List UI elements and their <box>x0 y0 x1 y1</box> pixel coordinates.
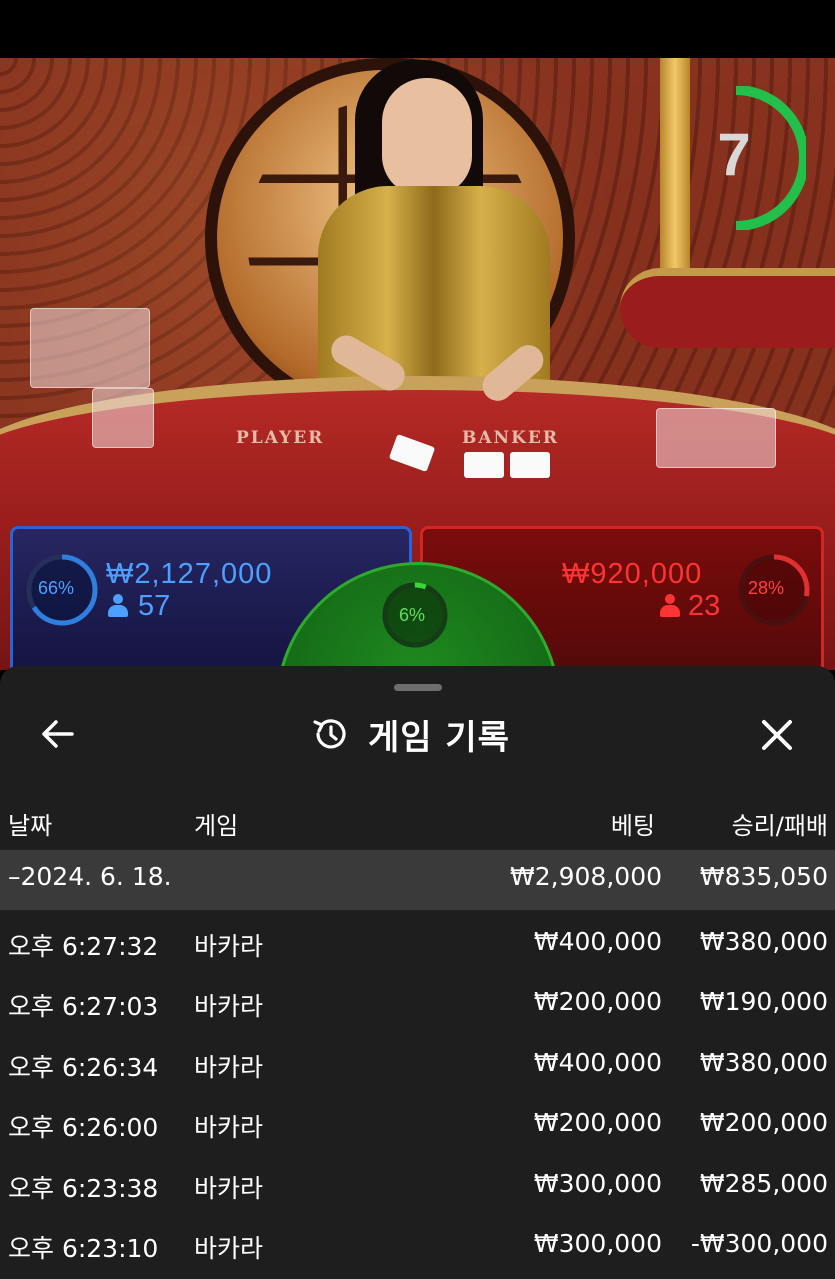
row-game: 바카라 <box>194 1234 264 1263</box>
history-row[interactable]: 오후 6:27:32 바카라 ₩400,000 ₩380,000 <box>0 915 835 975</box>
row-game: 바카라 <box>194 992 264 1021</box>
player-area-label: PLAYER <box>236 428 325 448</box>
history-row[interactable]: 오후 6:23:38 바카라 ₩300,000 ₩285,000 <box>0 1157 835 1217</box>
arrow-left-icon[interactable] <box>36 712 80 756</box>
row-game: 바카라 <box>194 1174 264 1203</box>
column-header-result: 승리/패배 <box>731 812 828 840</box>
row-time: 오후 6:23:10 <box>8 1234 159 1263</box>
row-game: 바카라 <box>194 1053 264 1082</box>
row-time: 오후 6:26:34 <box>8 1053 159 1082</box>
row-result: ₩190,000 <box>699 987 828 1016</box>
panel-header: 게임 기록 <box>310 706 510 762</box>
row-bet: ₩200,000 <box>533 987 662 1016</box>
row-game: 바카라 <box>194 1113 264 1142</box>
date-group-bet-total: ₩2,908,000 <box>510 862 662 891</box>
row-time: 오후 6:23:38 <box>8 1174 159 1203</box>
row-result: -₩300,000 <box>690 1229 828 1258</box>
banker-area-label: BANKER <box>462 428 559 448</box>
row-bet: ₩300,000 <box>533 1229 662 1258</box>
column-header-game: 게임 <box>194 812 239 840</box>
row-time: 오후 6:26:00 <box>8 1113 159 1142</box>
player-bet-amount: ₩2,127,000 <box>106 558 273 590</box>
history-row[interactable]: 오후 6:26:34 바카라 ₩400,000 ₩380,000 <box>0 1036 835 1096</box>
row-result: ₩380,000 <box>699 1048 828 1077</box>
tie-percent: 6% <box>399 605 426 625</box>
player-user-count: 57 <box>138 590 171 622</box>
playing-card <box>464 452 504 478</box>
history-row[interactable]: 오후 6:23:10 바카라 ₩300,000 -₩300,000 <box>0 1217 835 1277</box>
banker-user-icon <box>660 594 680 618</box>
player-percent: 66% <box>38 578 75 598</box>
column-header-date: 날짜 <box>8 812 53 840</box>
history-row[interactable]: 오후 6:26:00 바카라 ₩200,000 ₩200,000 <box>0 1096 835 1156</box>
row-time: 오후 6:27:03 <box>8 992 159 1021</box>
row-bet: ₩400,000 <box>533 927 662 956</box>
banker-user-count: 23 <box>688 590 721 622</box>
column-header-bet: 베팅 <box>610 812 655 840</box>
row-game: 바카라 <box>194 932 264 961</box>
row-result: ₩200,000 <box>699 1108 828 1137</box>
row-result: ₩380,000 <box>699 927 828 956</box>
countdown-timer: 7 <box>717 121 751 188</box>
game-history-panel: 게임 기록 날짜 게임 베팅 승리/패배 –2024. 6. 18. ₩2,90… <box>0 666 835 1279</box>
close-icon[interactable] <box>754 712 800 758</box>
banker-bet-amount: ₩920,000 <box>562 558 703 590</box>
row-bet: ₩200,000 <box>533 1108 662 1137</box>
row-time: 오후 6:27:32 <box>8 932 159 961</box>
banker-percent: 28% <box>748 578 785 598</box>
date-group-label: –2024. 6. 18. <box>8 862 172 891</box>
date-group-result-total: ₩835,050 <box>699 862 828 891</box>
playing-card <box>510 452 550 478</box>
drag-handle[interactable] <box>394 684 442 691</box>
history-row[interactable]: 오후 6:27:03 바카라 ₩200,000 ₩190,000 <box>0 975 835 1035</box>
row-bet: ₩300,000 <box>533 1169 662 1198</box>
row-bet: ₩400,000 <box>533 1048 662 1077</box>
date-group-row[interactable]: –2024. 6. 18. ₩2,908,000 ₩835,050 <box>0 850 835 910</box>
history-icon <box>313 719 346 749</box>
panel-title: 게임 기록 <box>368 717 510 758</box>
status-bar <box>0 0 835 58</box>
player-user-icon <box>108 594 128 618</box>
row-result: ₩285,000 <box>699 1169 828 1198</box>
